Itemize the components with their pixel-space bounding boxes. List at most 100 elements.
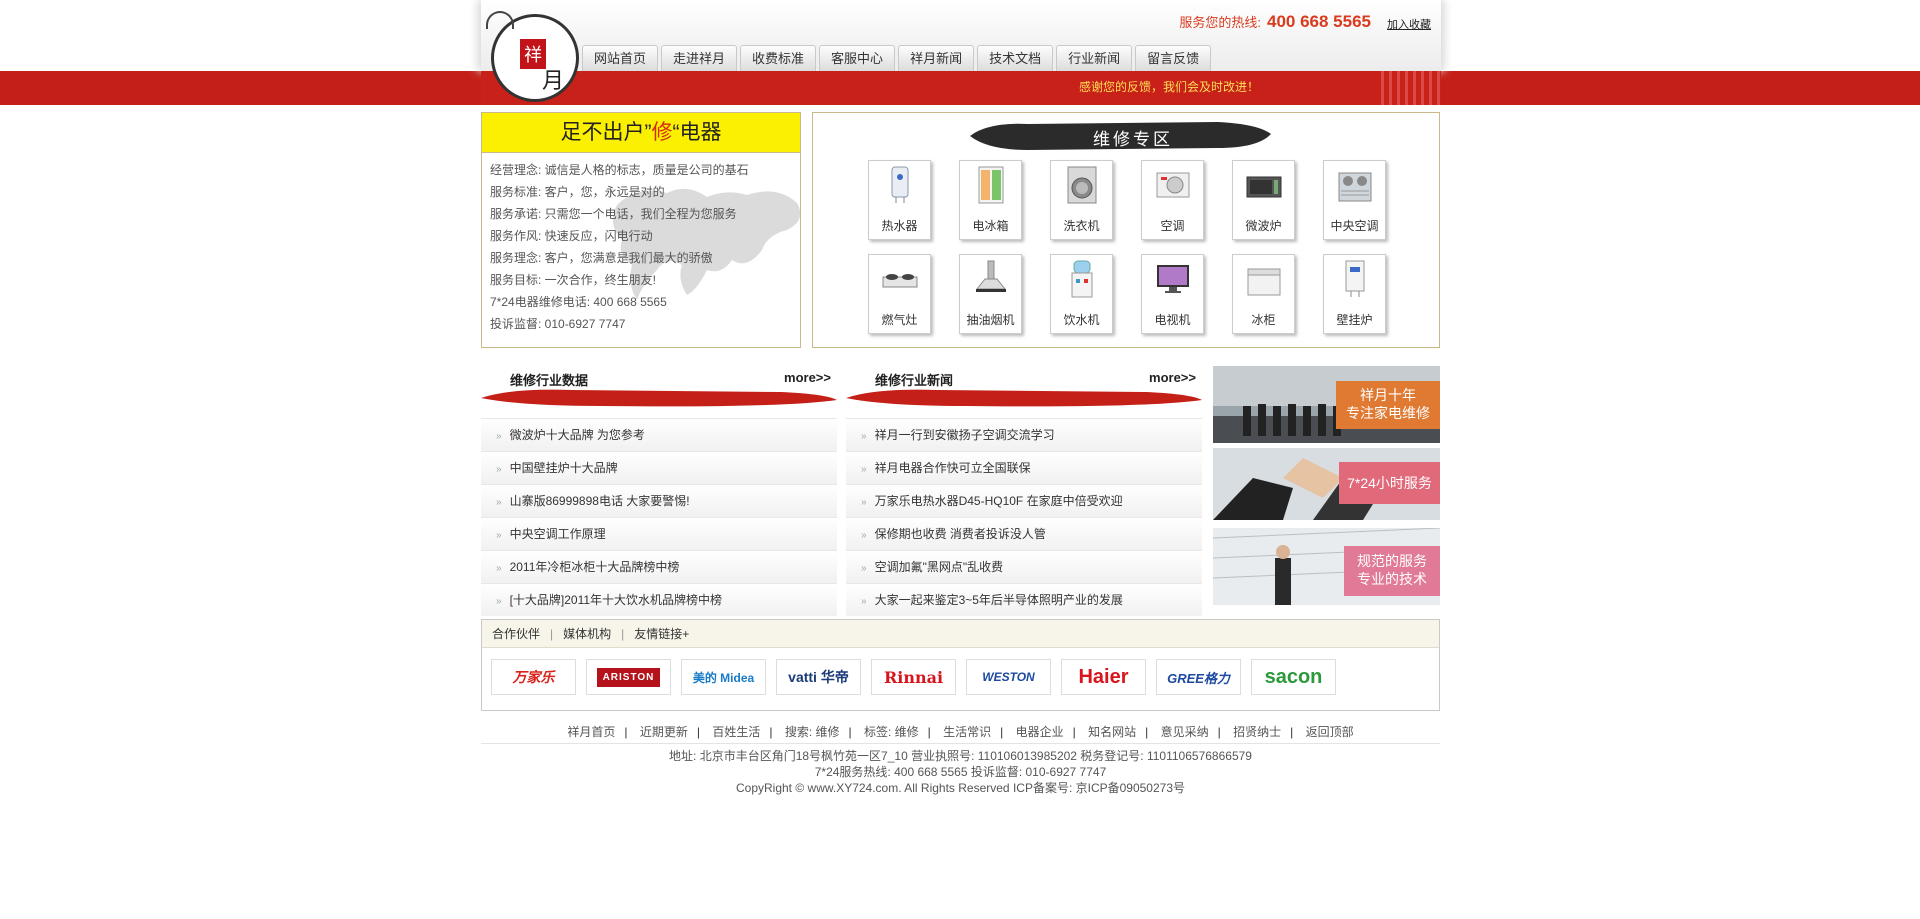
hotline-number: 400 668 5565: [1267, 12, 1371, 31]
partner-logo-midea[interactable]: 美的 Midea: [681, 659, 766, 695]
list-item[interactable]: » 微波炉十大品牌 为您参考: [481, 418, 837, 451]
footer-link-top[interactable]: 返回顶部: [1306, 725, 1354, 739]
appliance-label: 微波炉: [1245, 219, 1282, 233]
footer-link-suggestions[interactable]: 意见采纳: [1161, 725, 1209, 739]
appliance-refrigerator[interactable]: 电冰箱: [959, 160, 1022, 240]
footer-link-recent[interactable]: 近期更新: [640, 725, 688, 739]
appliance-water-dispenser[interactable]: 饮水机: [1050, 254, 1113, 334]
promo-banner-ten-years[interactable]: 祥月十年 专注家电维修: [1213, 366, 1440, 443]
appliance-label: 壁挂炉: [1336, 313, 1373, 327]
tab-friend-links[interactable]: 友情链接+: [634, 627, 689, 641]
repair-title: 维修专区: [1093, 130, 1173, 149]
hotline: 服务您的热线: 400 668 5565: [1179, 12, 1371, 32]
partner-logo-haier[interactable]: Haier: [1061, 659, 1146, 695]
promo-tag-line: 规范的服务: [1357, 553, 1427, 569]
list-item-text: 微波炉十大品牌 为您参考: [509, 428, 645, 442]
tab-media[interactable]: 媒体机构: [563, 627, 611, 641]
footer-link-life[interactable]: 百姓生活: [712, 725, 760, 739]
partner-logo-gree[interactable]: GREE格力: [1156, 659, 1241, 695]
footer-link-sites[interactable]: 知名网站: [1088, 725, 1136, 739]
television-icon: [1156, 265, 1189, 293]
list-item[interactable]: » 2011年冷柜冰柜十大品牌榜中榜: [481, 550, 837, 583]
list-item[interactable]: » 万家乐电热水器D45-HQ10F 在家庭中倍受欢迎: [846, 484, 1202, 517]
appliance-microwave[interactable]: 微波炉: [1232, 160, 1295, 240]
nav-service[interactable]: 客服中心: [819, 45, 896, 71]
arrow-icon: »: [861, 431, 866, 442]
nav-tech-docs[interactable]: 技术文档: [977, 45, 1054, 71]
appliance-label: 抽油烟机: [966, 313, 1015, 327]
industry-data-section: 维修行业数据 more>> » 微波炉十大品牌 为您参考 » 中国壁挂炉十大品牌 »…: [481, 366, 837, 616]
list-item[interactable]: » [十大品牌]2011年十大饮水机品牌榜中榜: [481, 583, 837, 616]
footer-link-home[interactable]: 祥月首页: [567, 725, 615, 739]
tab-partners[interactable]: 合作伙伴: [492, 627, 540, 641]
logo-char: 祥: [524, 45, 542, 66]
appliance-freezer[interactable]: 冰柜: [1232, 254, 1295, 334]
more-link[interactable]: more>>: [784, 370, 831, 385]
promo-banner-professional[interactable]: 规范的服务 专业的技术: [1213, 528, 1440, 605]
list-item[interactable]: » 祥月电器合作快可立全国联保: [846, 451, 1202, 484]
section-title: 维修行业新闻: [875, 373, 954, 388]
arrow-icon: »: [496, 596, 501, 607]
list-item-text: 大家一起来鉴定3~5年后半导体照明产业的发展: [874, 593, 1123, 607]
partner-logo-rinnai[interactable]: Rinnai: [871, 659, 956, 695]
nav-industry-news[interactable]: 行业新闻: [1056, 45, 1133, 71]
appliance-label: 热水器: [881, 219, 918, 233]
appliance-label: 冰柜: [1251, 313, 1276, 327]
intro-line: 7*24电器维修电话: 400 668 5565: [490, 295, 667, 309]
footer-hotline: 7*24服务热线: 400 668 5565 投诉监督: 010-6927 77…: [814, 765, 1107, 779]
appliance-air-conditioner[interactable]: 空调: [1141, 160, 1204, 240]
footer-link-enterprises[interactable]: 电器企业: [1016, 725, 1064, 739]
appliance-range-hood[interactable]: 抽油烟机: [959, 254, 1022, 334]
partner-logo-weston[interactable]: WESTON: [966, 659, 1051, 695]
partner-tabs: 合作伙伴 | 媒体机构 | 友情链接+: [482, 620, 1439, 648]
footer-separator: |: [1290, 725, 1294, 739]
appliance-washing-machine[interactable]: 洗衣机: [1050, 160, 1113, 240]
footer-link-search[interactable]: 搜索: 维修: [785, 725, 840, 739]
list-item[interactable]: » 中国壁挂炉十大品牌: [481, 451, 837, 484]
appliance-water-heater[interactable]: 热水器: [868, 160, 931, 240]
arrow-icon: »: [496, 497, 501, 508]
nav-about[interactable]: 走进祥月: [661, 45, 738, 71]
tab-separator: |: [550, 627, 554, 641]
list-item[interactable]: » 空调加氟"黑网点"乱收费: [846, 550, 1202, 583]
list-item[interactable]: » 祥月一行到安徽扬子空调交流学习: [846, 418, 1202, 451]
footer-separator: |: [1000, 725, 1004, 739]
nav-feedback[interactable]: 留言反馈: [1135, 45, 1212, 71]
footer-divider: [481, 743, 1440, 744]
intro-title-highlight: 修: [651, 121, 673, 144]
appliance-central-ac[interactable]: 中央空调: [1323, 160, 1386, 240]
add-favorite-link[interactable]: 加入收藏: [1387, 16, 1431, 32]
list-item[interactable]: » 中央空调工作原理: [481, 517, 837, 550]
partner-logo-text: Rinnai: [883, 667, 944, 687]
nav-company-news[interactable]: 祥月新闻: [898, 45, 975, 71]
appliance-wall-boiler[interactable]: 壁挂炉: [1323, 254, 1386, 334]
arrow-icon: »: [861, 596, 866, 607]
list-item[interactable]: » 大家一起来鉴定3~5年后半导体照明产业的发展: [846, 583, 1202, 616]
nav-home[interactable]: 网站首页: [582, 45, 659, 71]
promo-tag-line: 祥月十年: [1360, 387, 1416, 403]
more-link[interactable]: more>>: [1149, 370, 1196, 385]
footer-link-jobs[interactable]: 招贤纳士: [1233, 725, 1281, 739]
news-list: » 微波炉十大品牌 为您参考 » 中国壁挂炉十大品牌 » 山寨版86999898电话 …: [481, 418, 837, 616]
intro-line: 服务理念: 客户，您满意是我们最大的骄傲: [490, 251, 713, 265]
footer-link-tips[interactable]: 生活常识: [943, 725, 991, 739]
nav-pricing[interactable]: 收费标准: [740, 45, 817, 71]
partner-logos: 万家乐 ARISTON 美的 Midea vatti 华帝 Rinnai WES…: [491, 659, 1336, 695]
arrow-icon: »: [861, 530, 866, 541]
list-item[interactable]: » 保修期也收费 消费者投诉没人管: [846, 517, 1202, 550]
partner-logo-sacon[interactable]: sacon: [1251, 659, 1336, 695]
footer-separator: |: [769, 725, 773, 739]
appliance-gas-stove[interactable]: 燃气灶: [868, 254, 931, 334]
promo-banner-24h[interactable]: 7*24小时服务: [1213, 448, 1440, 525]
partner-logo-macro[interactable]: 万家乐: [491, 659, 576, 695]
appliance-label: 电视机: [1154, 313, 1191, 327]
intro-line: 服务标准: 客户，您，永远是对的: [490, 185, 665, 199]
appliance-television[interactable]: 电视机: [1141, 254, 1204, 334]
arrow-icon: »: [861, 464, 866, 475]
list-item[interactable]: » 山寨版86999898电话 大家要警惕!: [481, 484, 837, 517]
partner-logo-ariston[interactable]: ARISTON: [586, 659, 671, 695]
site-logo[interactable]: 祥 月: [486, 11, 579, 102]
footer-link-tag[interactable]: 标签: 维修: [864, 725, 919, 739]
microwave-icon: [1246, 176, 1281, 198]
partner-logo-vatti[interactable]: vatti 华帝: [776, 659, 861, 695]
